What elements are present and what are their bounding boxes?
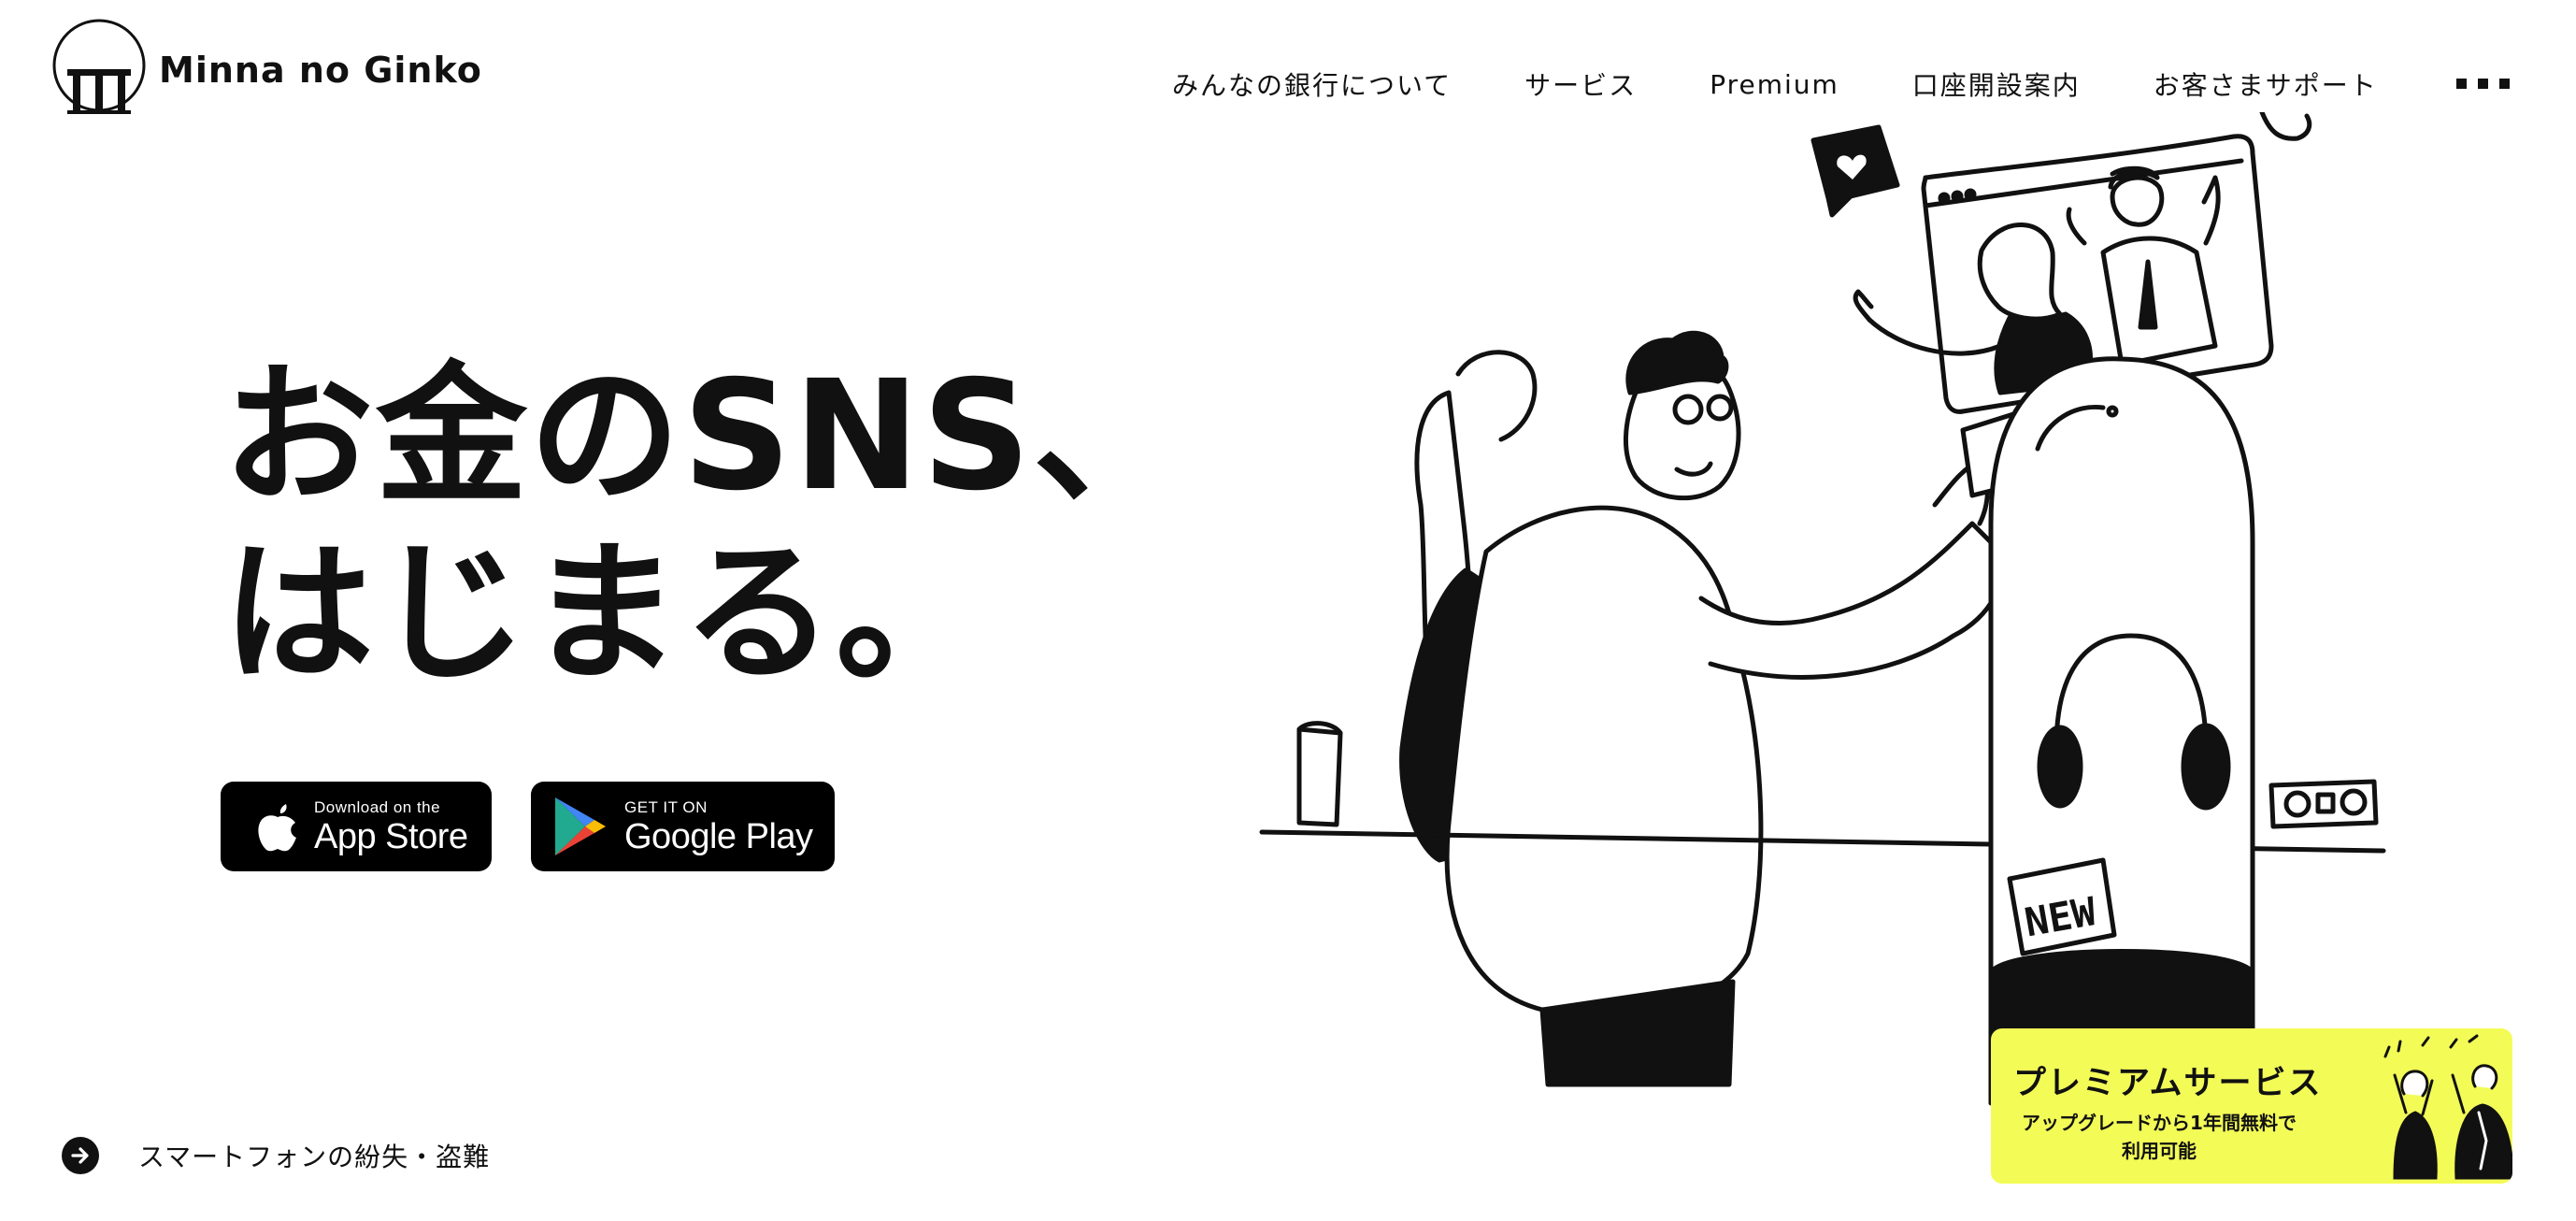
logo-link[interactable]: Minna no Ginko — [52, 13, 482, 114]
lost-phone-link[interactable]: スマートフォンの紛失・盗難 — [62, 1137, 490, 1174]
app-store-button[interactable]: Download on the App Store — [221, 782, 492, 871]
dot — [2456, 79, 2467, 89]
premium-subtitle-line1: アップグレードから1年間無料で — [2022, 1112, 2297, 1134]
hero-title-line2: はじまる。 — [222, 526, 989, 702]
nav-item-about[interactable]: みんなの銀行について — [1172, 65, 1452, 103]
main-nav: みんなの銀行について サービス Premium 口座開設案内 お客さまサポート — [1172, 65, 2378, 103]
google-play-small-text: GET IT ON — [624, 797, 708, 816]
google-play-text: GET IT ON Google Play — [624, 799, 813, 855]
app-store-big-text: App Store — [314, 816, 468, 856]
arrow-right-icon — [71, 1147, 89, 1164]
google-play-button[interactable]: GET IT ON Google Play — [531, 782, 835, 871]
celebrating-people-illustration — [2383, 1034, 2512, 1180]
dot — [2499, 79, 2510, 89]
hero-illustration: NEW — [1259, 112, 2386, 1106]
man-with-phone-illustration — [1399, 330, 2042, 1087]
page: Minna no Ginko みんなの銀行について サービス Premium 口… — [0, 0, 2576, 1221]
lost-phone-text: スマートフォンの紛失・盗難 — [138, 1142, 491, 1172]
apple-icon — [258, 804, 296, 852]
hero-title: お金のSNS、 はじまる。 — [222, 348, 1186, 703]
play-icon — [555, 797, 606, 855]
headphones-display-illustration: NEW — [1988, 356, 2255, 1106]
heart-bubble-icon — [1810, 124, 1900, 218]
ellipsis-icon[interactable] — [2456, 79, 2510, 89]
nav-item-premium[interactable]: Premium — [1710, 69, 1839, 100]
google-play-big-text: Google Play — [624, 816, 813, 856]
app-store-small-text: Download on the — [314, 797, 441, 816]
premium-subtitle-line2: 利用可能 — [2122, 1140, 2197, 1162]
nav-item-account-opening[interactable]: 口座開設案内 — [1912, 65, 2081, 103]
bank-logo-icon — [52, 19, 146, 114]
premium-banner-title: プレミアムサービス — [2013, 1065, 2323, 1102]
app-store-text: Download on the App Store — [314, 799, 468, 855]
logo-text: Minna no Ginko — [159, 50, 482, 91]
hero-title-line1: お金のSNS、 — [222, 349, 1186, 524]
premium-banner-subtitle: アップグレードから1年間無料で 利用可能 — [2019, 1109, 2299, 1165]
dot — [2478, 79, 2488, 89]
arrow-right-circle-icon — [62, 1137, 99, 1174]
premium-banner[interactable]: プレミアムサービス アップグレードから1年間無料で 利用可能 — [1991, 1028, 2512, 1184]
nav-item-services[interactable]: サービス — [1524, 65, 1637, 103]
nav-item-support[interactable]: お客さまサポート — [2154, 65, 2378, 103]
